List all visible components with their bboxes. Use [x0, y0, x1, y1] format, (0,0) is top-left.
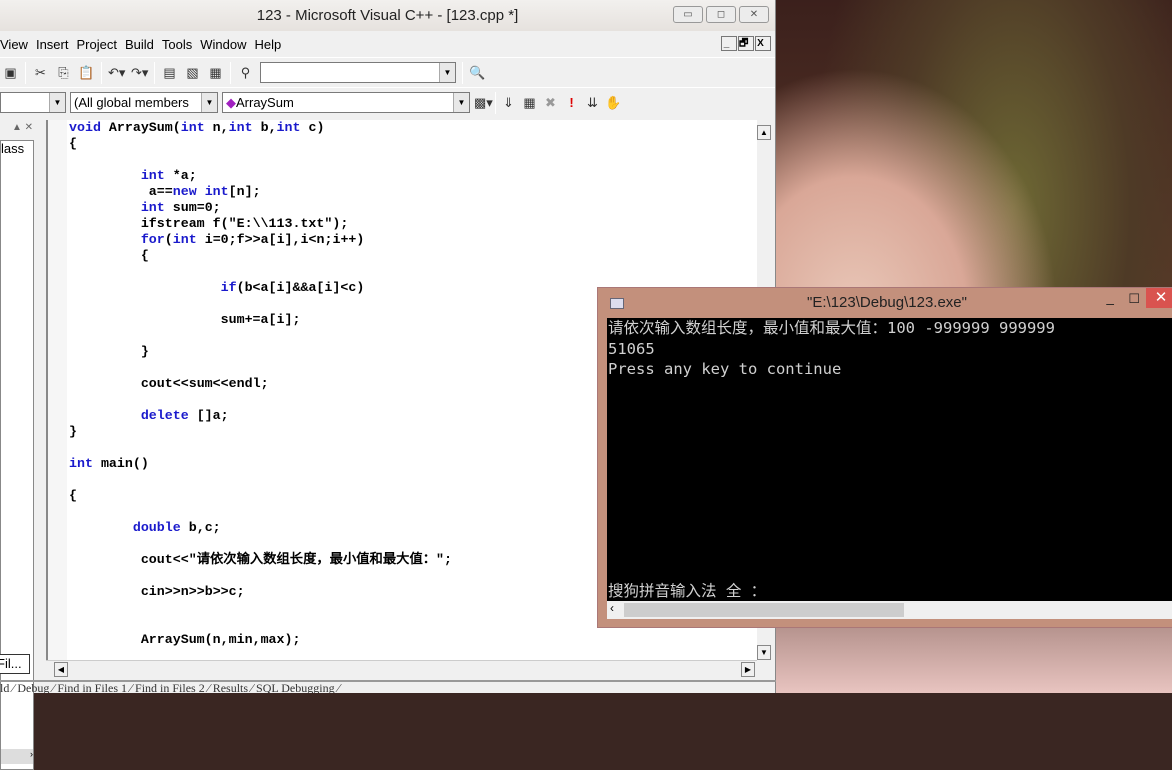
doc-restore-button[interactable]: 🗗: [738, 36, 754, 51]
scroll-left-icon: ◀: [54, 662, 68, 677]
paste-icon[interactable]: 📋: [78, 64, 95, 81]
ime-status: 搜狗拼音输入法 全 ：: [608, 581, 767, 600]
console-title: "E:\123\Debug\123.exe": [807, 294, 967, 311]
code-line: int main(): [69, 456, 149, 471]
copy-icon[interactable]: ⎘: [55, 64, 72, 81]
console-line: Press any key to continue: [608, 360, 842, 378]
window-list-icon[interactable]: ▦: [207, 64, 224, 81]
code-line: double b,c;: [132, 520, 221, 535]
code-line: cout<<sum<<endl;: [140, 376, 269, 391]
code-line: cin>>n>>b>>c;: [140, 584, 245, 599]
code-line: ArraySum(n,min,max);: [140, 632, 301, 647]
close-button[interactable]: ✕: [739, 6, 769, 23]
code-line: }: [69, 424, 77, 439]
code-line: delete []a;: [140, 408, 229, 423]
find-in-files-icon[interactable]: ⚲: [237, 64, 254, 81]
scroll-thumb[interactable]: [624, 603, 904, 617]
stop-build-icon[interactable]: ✖: [542, 94, 559, 111]
breakpoint-hand-icon[interactable]: ✋: [605, 94, 622, 111]
scroll-down-icon: ▼: [757, 645, 771, 660]
build-icon[interactable]: ▦: [521, 94, 538, 111]
menu-window[interactable]: Window: [200, 37, 251, 52]
workspace-pane: ▲ ✕ lass › Fil...: [0, 120, 45, 770]
fileview-tab[interactable]: Fil...: [0, 654, 30, 674]
wizard-toolbar: ▼ (All global members ▼ ◆ArraySum ▼ ▩▾ ⇓ ▦…: [0, 87, 775, 117]
menu-bar: View Insert Project Build Tools Window H…: [0, 31, 775, 57]
workspace-icon[interactable]: ▤: [161, 64, 178, 81]
members-combo[interactable]: (All global members ▼: [70, 92, 218, 113]
code-line: cout<<"请依次输入数组长度，最小值和最大值：";: [140, 552, 452, 567]
execute-icon[interactable]: !: [563, 94, 580, 111]
undo-icon[interactable]: ↶▾: [108, 64, 125, 81]
go-icon[interactable]: ⇊: [584, 94, 601, 111]
code-line: {: [69, 136, 77, 151]
console-line: 51065: [608, 339, 655, 358]
code-line: int *a;: [140, 168, 197, 183]
save-all-icon[interactable]: ▣: [2, 64, 19, 81]
scroll-right-icon: ▶: [741, 662, 755, 677]
doc-close-button[interactable]: X: [755, 36, 771, 51]
wizard-action-icon[interactable]: ▩▾: [474, 94, 493, 111]
function-icon: ◆: [226, 95, 236, 110]
editor-horizontal-scrollbar[interactable]: ◀ ▶: [46, 660, 757, 677]
class-view-label[interactable]: lass: [1, 141, 24, 156]
code-line: if(b<a[i]&&a[i]<c): [220, 280, 365, 295]
code-line: int sum=0;: [140, 200, 221, 215]
code-line: void ArraySum(int n,int b,int c): [69, 120, 325, 135]
code-line: sum+=a[i];: [220, 312, 301, 327]
maximize-button[interactable]: ◻: [706, 6, 736, 23]
scroll-up-icon: ▲: [757, 125, 771, 140]
workspace-hscroll[interactable]: ›: [1, 749, 33, 764]
output-icon[interactable]: ▧: [184, 64, 201, 81]
title-bar: 123 - Microsoft Visual C++ - [123.cpp *]…: [0, 0, 775, 31]
doc-minimize-button[interactable]: _: [721, 36, 737, 51]
redo-icon[interactable]: ↷▾: [131, 64, 148, 81]
standard-toolbar: ▣ ✂ ⎘ 📋 ↶▾ ↷▾ ▤ ▧ ▦ ⚲ ▼ 🔍: [0, 57, 775, 87]
code-line: a==new int[n];: [148, 184, 261, 199]
menu-insert[interactable]: Insert: [36, 37, 74, 52]
console-maximize-button[interactable]: ☐: [1128, 284, 1140, 314]
console-horizontal-scrollbar[interactable]: ‹: [607, 601, 1172, 619]
console-close-button[interactable]: ✕: [1146, 288, 1172, 308]
code-line: {: [69, 488, 77, 503]
code-line: ifstream f("E:\\113.txt");: [140, 216, 349, 231]
menu-project[interactable]: Project: [76, 37, 121, 52]
console-title-bar: "E:\123\Debug\123.exe" – ☐ ✕: [598, 288, 1172, 318]
compile-icon[interactable]: ⇓: [500, 94, 517, 111]
code-line: }: [69, 344, 149, 359]
class-combo[interactable]: ▼: [0, 92, 66, 113]
console-app-icon: [610, 298, 624, 309]
menu-build[interactable]: Build: [125, 37, 159, 52]
editor-gutter: [48, 120, 67, 660]
cut-icon[interactable]: ✂: [32, 64, 49, 81]
function-combo[interactable]: ◆ArraySum ▼: [222, 92, 470, 113]
scroll-left-icon: ‹: [610, 601, 614, 615]
output-tabs[interactable]: ld ∕ Debug ∕ Find in Files 1 ∕ Find in F…: [0, 680, 776, 693]
menu-tools[interactable]: Tools: [162, 37, 197, 52]
window-title: 123 - Microsoft Visual C++ - [123.cpp *]: [256, 7, 519, 24]
pane-controls[interactable]: ▲ ✕: [12, 122, 33, 133]
minimize-button[interactable]: ▭: [673, 6, 703, 23]
console-output: 请依次输入数组长度，最小值和最大值：100 -999999 999999 5106…: [607, 318, 1172, 601]
code-line: {: [69, 248, 149, 263]
console-minimize-button[interactable]: –: [1106, 288, 1114, 318]
menu-help[interactable]: Help: [254, 37, 286, 52]
console-line: 请依次输入数组长度，最小值和最大值：100 -999999 999999: [608, 319, 1055, 337]
menu-view[interactable]: View: [0, 37, 33, 52]
code-line: for(int i=0;f>>a[i],i<n;i++): [140, 232, 365, 247]
find-icon[interactable]: 🔍: [469, 64, 486, 81]
chevron-down-icon: ▼: [439, 63, 455, 82]
find-combo[interactable]: ▼: [260, 62, 456, 83]
console-window: "E:\123\Debug\123.exe" – ☐ ✕ 请依次输入数组长度，最…: [597, 287, 1172, 628]
